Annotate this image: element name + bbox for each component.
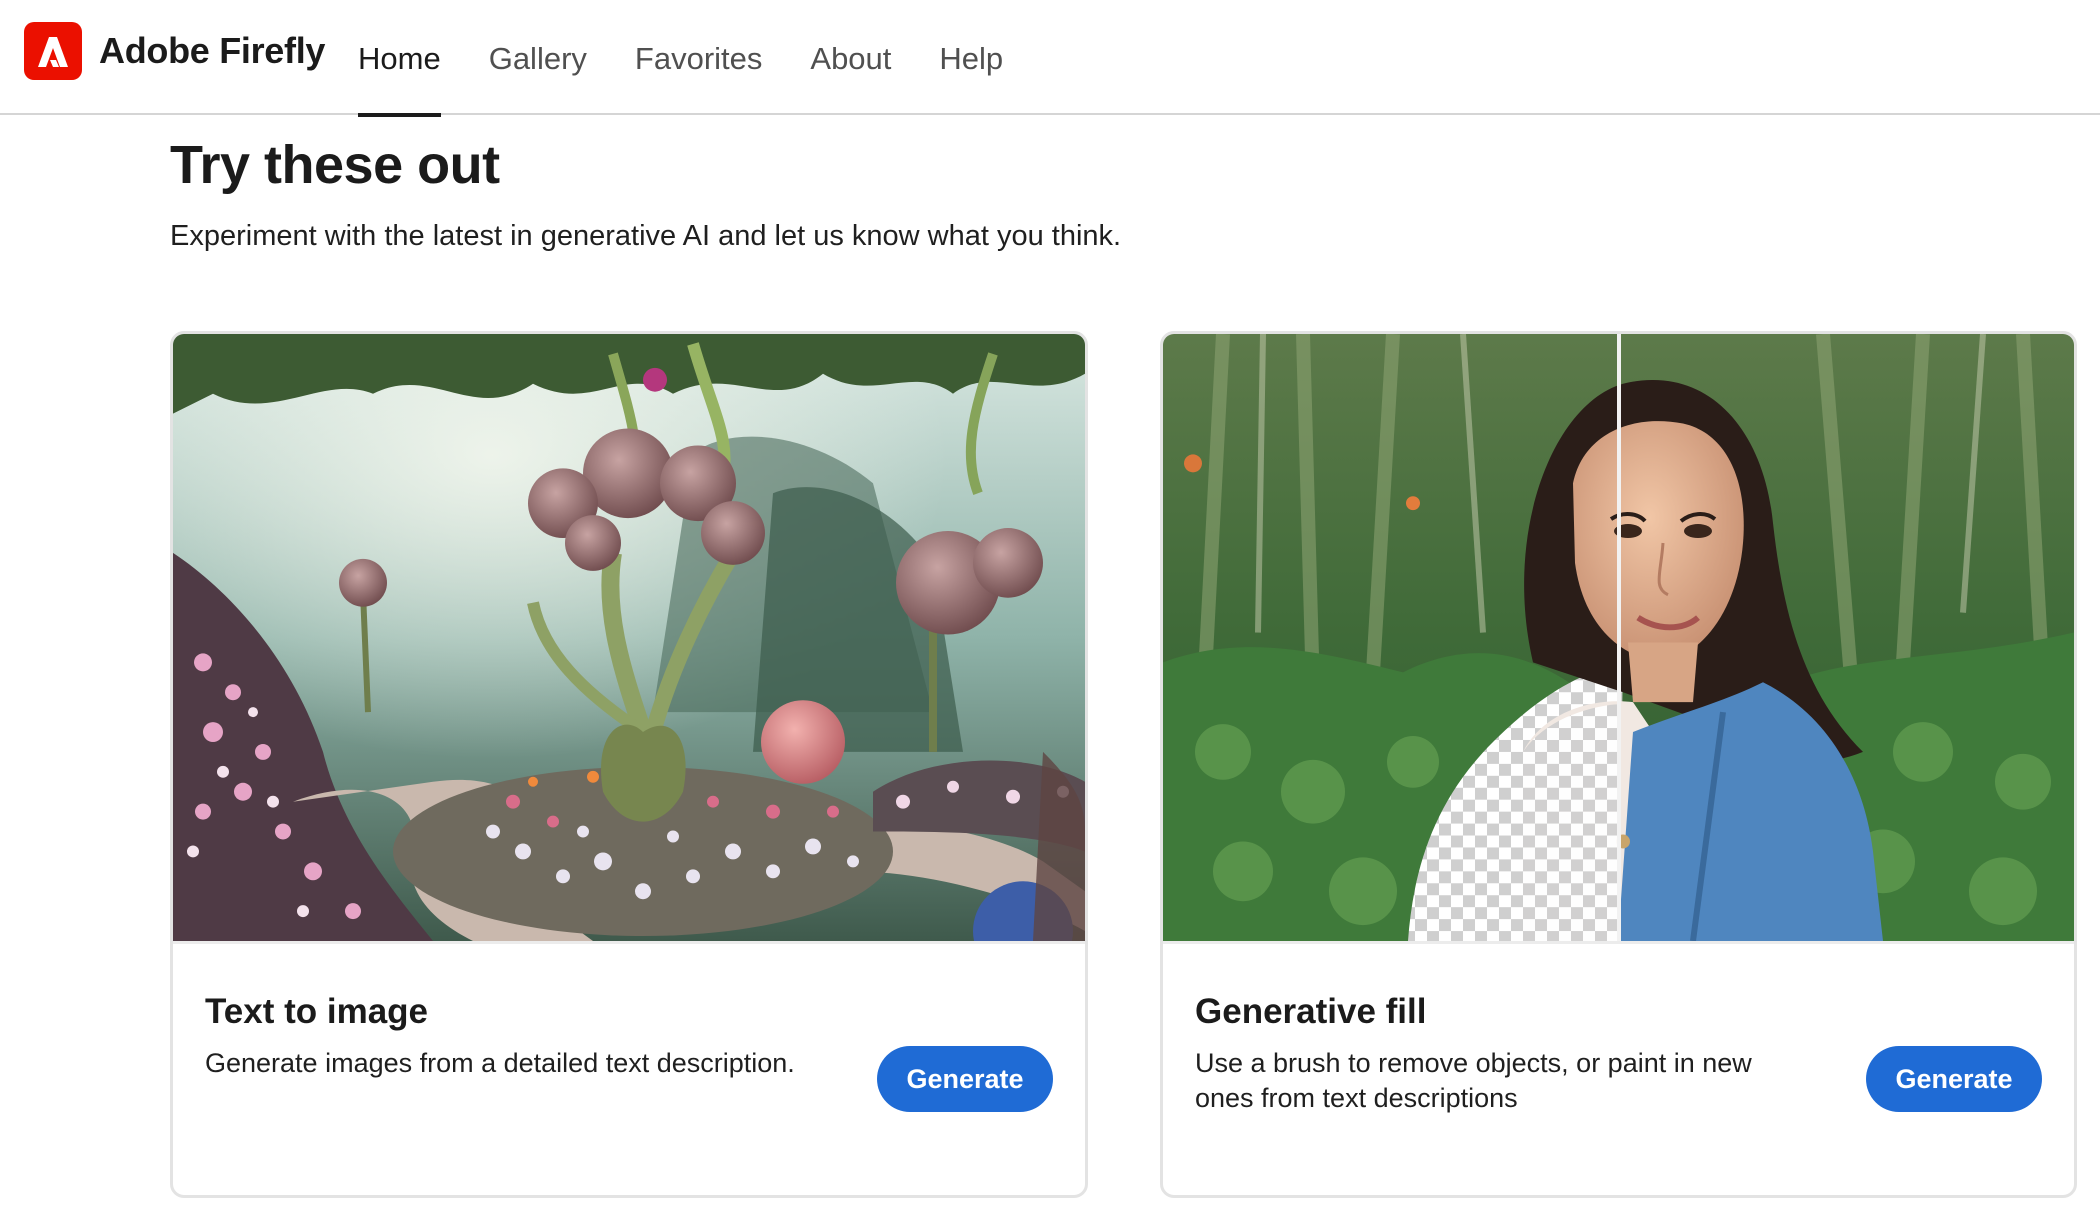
nav-item-gallery[interactable]: Gallery <box>489 0 587 115</box>
brand-name: Adobe Firefly <box>99 30 326 71</box>
top-navigation-bar: Adobe Firefly Home Gallery Favorites Abo… <box>0 0 2100 117</box>
brand[interactable]: Adobe Firefly <box>24 22 325 80</box>
adobe-firefly-logo-icon <box>24 22 82 80</box>
main-nav: Home Gallery Favorites About Help <box>358 0 1051 117</box>
page-title: Try these out <box>170 135 500 195</box>
generative-fill-generate-button[interactable]: Generate <box>1866 1046 2042 1112</box>
nav-item-home[interactable]: Home <box>358 0 441 117</box>
text-to-image-card[interactable]: Text to image Generate images from a det… <box>170 331 1088 1198</box>
nav-item-favorites[interactable]: Favorites <box>635 0 762 115</box>
nav-item-help[interactable]: Help <box>939 0 1003 115</box>
card-title: Text to image <box>205 992 429 1031</box>
page-subtitle: Experiment with the latest in generative… <box>170 220 1122 252</box>
card-title: Generative fill <box>1195 992 1427 1031</box>
nav-item-about[interactable]: About <box>810 0 891 115</box>
generative-fill-card[interactable]: Generative fill Use a brush to remove ob… <box>1160 331 2077 1198</box>
text-to-image-generate-button[interactable]: Generate <box>877 1046 1053 1112</box>
fantasy-garden-image[interactable] <box>173 334 1085 944</box>
card-description: Generate images from a detailed text des… <box>205 1048 795 1078</box>
card-description: Use a brush to remove objects, or paint … <box>1195 1048 1752 1113</box>
generative-fill-image[interactable] <box>1163 334 2074 944</box>
